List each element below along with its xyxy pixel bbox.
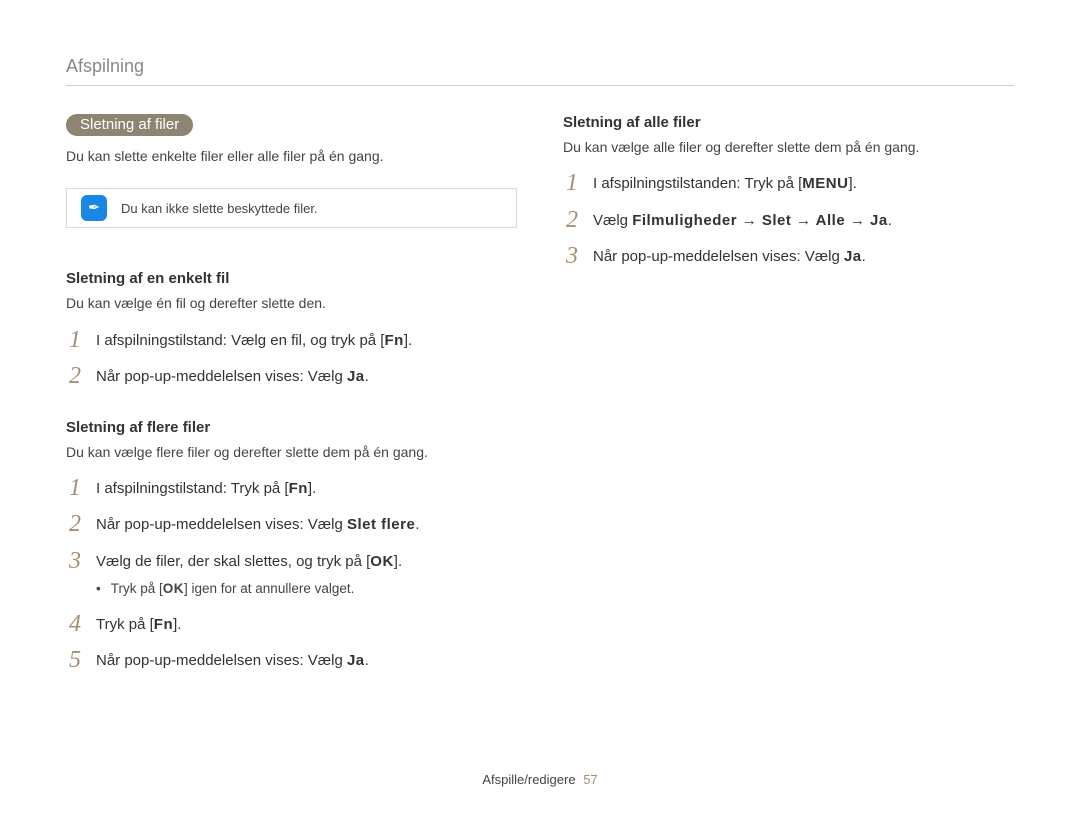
step-number: 5 — [66, 648, 84, 672]
step-number: 3 — [563, 244, 581, 268]
sec2-head: Sletning af flere filer — [66, 419, 517, 436]
step-item: 2 Når pop-up-meddelelsen vises: Vælg Sle… — [66, 512, 517, 537]
step-text: Tryk på [Fn]. — [96, 612, 181, 637]
step-post: ]. — [404, 332, 412, 349]
step-item: 4 Tryk på [Fn]. — [66, 612, 517, 637]
step-number: 2 — [563, 208, 581, 232]
step-text: Vælg de filer, der skal slettes, og tryk… — [96, 549, 402, 574]
step-text: I afspilningstilstand: Vælg en fil, og t… — [96, 328, 412, 353]
pill-intro: Du kan slette enkelte filer eller alle f… — [66, 146, 517, 166]
step-item: 3 Når pop-up-meddelelsen vises: Vælg Ja. — [563, 244, 1014, 269]
key-label: Filmuligheder → Slet → Alle → Ja — [632, 212, 888, 229]
sub-bullet: Tryk på [OK] igen for at annullere valge… — [96, 579, 517, 599]
step-number: 4 — [66, 612, 84, 636]
key-label: OK — [370, 553, 394, 570]
sec3-steps: 1 I afspilningstilstanden: Tryk på [MENU… — [563, 171, 1014, 269]
page-number: 57 — [583, 772, 597, 787]
step-text: Når pop-up-meddelelsen vises: Vælg Ja. — [96, 648, 369, 673]
page-header: Afspilning — [66, 56, 1014, 86]
step-post: ]. — [173, 616, 181, 633]
key-label: Fn — [289, 480, 308, 497]
page-footer: Afspille/redigere 57 — [0, 772, 1080, 787]
footer-label: Afspille/redigere — [482, 772, 575, 787]
step-number: 2 — [66, 512, 84, 536]
step-pre: Vælg de filer, der skal slettes, og tryk… — [96, 553, 370, 570]
step-text: Når pop-up-meddelelsen vises: Vælg Ja. — [96, 364, 369, 389]
step-item: 1 I afspilningstilstand: Tryk på [Fn]. — [66, 476, 517, 501]
step-pre: Tryk på [ — [96, 616, 154, 633]
key-label: Ja — [347, 652, 365, 669]
step-post: ]. — [848, 175, 856, 192]
step-text: Vælg Filmuligheder → Slet → Alle → Ja. — [593, 208, 892, 233]
key-label: MENU — [802, 175, 848, 192]
step-post: . — [888, 212, 892, 229]
right-column: Sletning af alle filer Du kan vælge alle… — [563, 114, 1014, 703]
key-label: Fn — [154, 616, 173, 633]
step-post: . — [862, 248, 866, 265]
step-item: 2 Vælg Filmuligheder → Slet → Alle → Ja. — [563, 208, 1014, 233]
step-pre: I afspilningstilstanden: Tryk på [ — [593, 175, 802, 192]
section-pill: Sletning af filer — [66, 114, 193, 136]
sec3-head: Sletning af alle filer — [563, 114, 1014, 131]
step-pre: Når pop-up-meddelelsen vises: Vælg — [96, 516, 347, 533]
key-label: Fn — [384, 332, 403, 349]
content-columns: Sletning af filer Du kan slette enkelte … — [66, 114, 1014, 703]
key-label: OK — [163, 581, 184, 596]
bullet-pre: Tryk på [ — [111, 581, 163, 596]
step-item: 3 Vælg de filer, der skal slettes, og tr… — [66, 549, 517, 574]
step-pre: Vælg — [593, 212, 632, 229]
note-icon — [81, 195, 107, 221]
step-item: 2 Når pop-up-meddelelsen vises: Vælg Ja. — [66, 364, 517, 389]
step-post: . — [365, 368, 369, 385]
sec3-intro: Du kan vælge alle filer og derefter slet… — [563, 137, 1014, 157]
step-text: I afspilningstilstand: Tryk på [Fn]. — [96, 476, 316, 501]
sec1-steps: 1 I afspilningstilstand: Vælg en fil, og… — [66, 328, 517, 389]
sec2-steps: 1 I afspilningstilstand: Tryk på [Fn]. 2… — [66, 476, 517, 673]
step-pre: Når pop-up-meddelelsen vises: Vælg — [593, 248, 844, 265]
step-post: ]. — [308, 480, 316, 497]
note-text: Du kan ikke slette beskyttede filer. — [121, 201, 318, 216]
step-number: 1 — [563, 171, 581, 195]
step-text: Når pop-up-meddelelsen vises: Vælg Slet … — [96, 512, 420, 537]
step-item: 1 I afspilningstilstanden: Tryk på [MENU… — [563, 171, 1014, 196]
step-item: 5 Når pop-up-meddelelsen vises: Vælg Ja. — [66, 648, 517, 673]
step-text: Når pop-up-meddelelsen vises: Vælg Ja. — [593, 244, 866, 269]
step-number: 2 — [66, 364, 84, 388]
step-post: . — [415, 516, 419, 533]
key-label: Ja — [844, 248, 862, 265]
key-label: Slet flere — [347, 516, 415, 533]
step-post: ]. — [394, 553, 402, 570]
step-item: 1 I afspilningstilstand: Vælg en fil, og… — [66, 328, 517, 353]
sec1-intro: Du kan vælge én fil og derefter slette d… — [66, 293, 517, 313]
step-pre: Når pop-up-meddelelsen vises: Vælg — [96, 368, 347, 385]
step-number: 1 — [66, 476, 84, 500]
step-number: 3 — [66, 549, 84, 573]
step-post: . — [365, 652, 369, 669]
sec1-head: Sletning af en enkelt fil — [66, 270, 517, 287]
note-box: Du kan ikke slette beskyttede filer. — [66, 188, 517, 228]
step-pre: Når pop-up-meddelelsen vises: Vælg — [96, 652, 347, 669]
step-text: I afspilningstilstanden: Tryk på [MENU]. — [593, 171, 857, 196]
step-pre: I afspilningstilstand: Tryk på [ — [96, 480, 289, 497]
key-label: Ja — [347, 368, 365, 385]
sec2-intro: Du kan vælge flere filer og derefter sle… — [66, 442, 517, 462]
bullet-post: ] igen for at annullere valget. — [184, 581, 354, 596]
step-number: 1 — [66, 328, 84, 352]
step-pre: I afspilningstilstand: Vælg en fil, og t… — [96, 332, 384, 349]
left-column: Sletning af filer Du kan slette enkelte … — [66, 114, 517, 703]
